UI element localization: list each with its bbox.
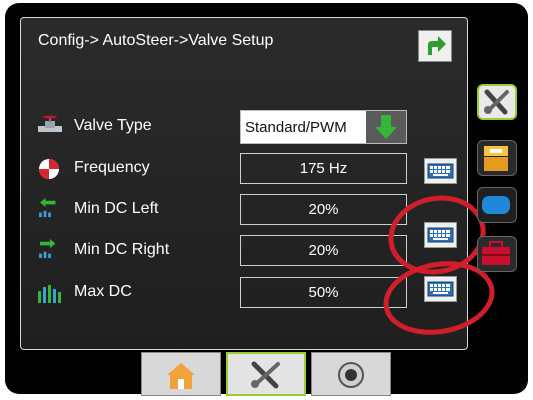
min-dc-right-field[interactable]: 20% — [240, 235, 407, 266]
return-arrow-icon — [428, 36, 446, 55]
page-title: Config-> AutoSteer->Valve Setup — [38, 32, 274, 49]
valve-type-label: Valve Type — [74, 117, 152, 134]
down-arrow-icon — [375, 115, 397, 139]
home-icon — [167, 363, 195, 389]
toolbox-icon — [482, 241, 510, 265]
valve-icon — [38, 115, 62, 132]
tools-icon — [251, 361, 280, 389]
side-tab-tools[interactable] — [477, 84, 517, 120]
frequency-icon — [39, 159, 59, 179]
dropdown-button[interactable] — [366, 111, 406, 143]
keyboard-icon — [427, 163, 454, 179]
bottom-tab-home[interactable] — [141, 352, 221, 396]
frequency-field[interactable]: 175 Hz — [240, 153, 407, 184]
tools-icon — [484, 89, 509, 115]
min-dc-right-label: Min DC Right — [74, 241, 170, 258]
valve-type-select[interactable]: Standard/PWM — [240, 110, 407, 144]
max-dc-label: Max DC — [74, 283, 132, 300]
side-tab-display[interactable] — [477, 187, 517, 223]
frequency-label: Frequency — [74, 159, 150, 176]
side-tab-console[interactable] — [477, 140, 517, 176]
min-dc-left-icon — [39, 198, 56, 218]
max-dc-icon — [38, 285, 61, 303]
frequency-keyboard-button[interactable] — [424, 158, 457, 184]
bottom-tab-config[interactable] — [226, 352, 306, 396]
bottom-tab-camera[interactable] — [311, 352, 391, 396]
max-dc-field[interactable]: 50% — [240, 277, 407, 308]
console-icon — [484, 146, 508, 171]
min-dc-right-icon — [39, 239, 56, 259]
side-tab-toolbox[interactable] — [477, 236, 517, 272]
valve-type-value: Standard/PWM — [245, 119, 347, 136]
min-dc-left-label: Min DC Left — [74, 200, 159, 217]
display-icon — [482, 196, 510, 214]
min-dc-left-field[interactable]: 20% — [240, 194, 407, 225]
back-button[interactable] — [418, 30, 452, 62]
camera-icon — [338, 362, 364, 388]
